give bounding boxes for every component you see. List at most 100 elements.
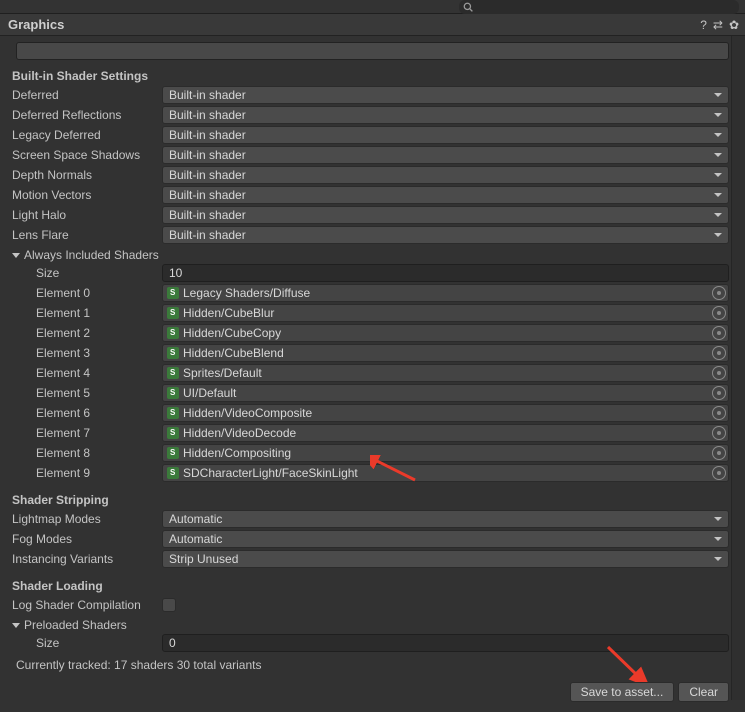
- foldout-label: Preloaded Shaders: [24, 618, 127, 632]
- shader-prop-label: Legacy Deferred: [10, 128, 162, 142]
- log-compilation-label: Log Shader Compilation: [10, 598, 162, 612]
- element-label: Element 3: [10, 346, 162, 360]
- object-picker-icon[interactable]: [712, 426, 726, 440]
- shader-prop-label: Screen Space Shadows: [10, 148, 162, 162]
- size-input[interactable]: 10: [162, 264, 729, 282]
- object-picker-icon[interactable]: [712, 346, 726, 360]
- shader-object-field[interactable]: UI/Default: [162, 384, 729, 402]
- preloaded-size-input[interactable]: 0: [162, 634, 729, 652]
- inspector-header: Graphics ? ⇄ ✿: [0, 14, 745, 36]
- shader-asset-icon: [167, 327, 179, 339]
- preloaded-size-label: Size: [10, 636, 162, 650]
- shader-prop-label: Light Halo: [10, 208, 162, 222]
- element-label: Element 2: [10, 326, 162, 340]
- shader-asset-icon: [167, 427, 179, 439]
- shader-prop-dropdown[interactable]: Built-in shader: [162, 186, 729, 204]
- presets-icon[interactable]: ⇄: [713, 18, 723, 32]
- tracked-text: Currently tracked: 17 shaders 30 total v…: [10, 654, 735, 682]
- lightmap-dropdown[interactable]: Automatic: [162, 510, 729, 528]
- shader-asset-icon: [167, 347, 179, 359]
- instancing-dropdown[interactable]: Strip Unused: [162, 550, 729, 568]
- shader-object-field[interactable]: Hidden/CubeBlend: [162, 344, 729, 362]
- shader-object-field[interactable]: Hidden/CubeBlur: [162, 304, 729, 322]
- log-compilation-checkbox[interactable]: [162, 598, 176, 612]
- save-to-asset-button[interactable]: Save to asset...: [570, 682, 675, 702]
- chevron-down-icon: [12, 623, 20, 628]
- shader-prop-label: Depth Normals: [10, 168, 162, 182]
- shader-asset-icon: [167, 307, 179, 319]
- element-label: Element 8: [10, 446, 162, 460]
- chevron-down-icon: [714, 113, 722, 117]
- element-label: Element 7: [10, 426, 162, 440]
- shader-asset-icon: [167, 367, 179, 379]
- fog-label: Fog Modes: [10, 532, 162, 546]
- shader-prop-dropdown[interactable]: Built-in shader: [162, 86, 729, 104]
- element-label: Element 9: [10, 466, 162, 480]
- lightmap-label: Lightmap Modes: [10, 512, 162, 526]
- property-field[interactable]: [16, 42, 729, 60]
- search-input[interactable]: [459, 0, 739, 14]
- object-picker-icon[interactable]: [712, 466, 726, 480]
- foldout-preloaded[interactable]: Preloaded Shaders: [10, 616, 735, 634]
- chevron-down-icon: [714, 517, 722, 521]
- search-icon: [463, 2, 473, 12]
- chevron-down-icon: [12, 253, 20, 258]
- object-picker-icon[interactable]: [712, 286, 726, 300]
- shader-prop-label: Motion Vectors: [10, 188, 162, 202]
- foldout-label: Always Included Shaders: [24, 248, 159, 262]
- gear-icon[interactable]: ✿: [729, 18, 739, 32]
- object-picker-icon[interactable]: [712, 366, 726, 380]
- fog-dropdown[interactable]: Automatic: [162, 530, 729, 548]
- shader-asset-icon: [167, 287, 179, 299]
- object-picker-icon[interactable]: [712, 446, 726, 460]
- foldout-always-included[interactable]: Always Included Shaders: [10, 246, 735, 264]
- instancing-label: Instancing Variants: [10, 552, 162, 566]
- shader-prop-label: Deferred Reflections: [10, 108, 162, 122]
- element-label: Element 5: [10, 386, 162, 400]
- object-picker-icon[interactable]: [712, 386, 726, 400]
- shader-asset-icon: [167, 407, 179, 419]
- section-shader-stripping: Shader Stripping: [10, 490, 735, 510]
- shader-prop-dropdown[interactable]: Built-in shader: [162, 126, 729, 144]
- shader-object-field[interactable]: Hidden/VideoComposite: [162, 404, 729, 422]
- clear-button[interactable]: Clear: [678, 682, 729, 702]
- chevron-down-icon: [714, 153, 722, 157]
- section-shader-loading: Shader Loading: [10, 576, 735, 596]
- shader-object-field[interactable]: Hidden/Compositing: [162, 444, 729, 462]
- element-label: Element 1: [10, 306, 162, 320]
- element-label: Element 6: [10, 406, 162, 420]
- chevron-down-icon: [714, 193, 722, 197]
- chevron-down-icon: [714, 557, 722, 561]
- page-title: Graphics: [8, 17, 64, 32]
- shader-asset-icon: [167, 387, 179, 399]
- section-shader-settings: Built-in Shader Settings: [10, 66, 735, 86]
- tab-bar: [0, 0, 745, 14]
- shader-prop-dropdown[interactable]: Built-in shader: [162, 226, 729, 244]
- element-label: Element 4: [10, 366, 162, 380]
- shader-asset-icon: [167, 447, 179, 459]
- shader-prop-label: Deferred: [10, 88, 162, 102]
- chevron-down-icon: [714, 93, 722, 97]
- object-picker-icon[interactable]: [712, 406, 726, 420]
- shader-prop-dropdown[interactable]: Built-in shader: [162, 146, 729, 164]
- shader-prop-dropdown[interactable]: Built-in shader: [162, 166, 729, 184]
- chevron-down-icon: [714, 133, 722, 137]
- shader-prop-dropdown[interactable]: Built-in shader: [162, 206, 729, 224]
- help-icon[interactable]: ?: [700, 18, 707, 32]
- shader-object-field[interactable]: SDCharacterLight/FaceSkinLight: [162, 464, 729, 482]
- shader-prop-label: Lens Flare: [10, 228, 162, 242]
- object-picker-icon[interactable]: [712, 306, 726, 320]
- shader-object-field[interactable]: Legacy Shaders/Diffuse: [162, 284, 729, 302]
- chevron-down-icon: [714, 213, 722, 217]
- shader-prop-dropdown[interactable]: Built-in shader: [162, 106, 729, 124]
- shader-asset-icon: [167, 467, 179, 479]
- object-picker-icon[interactable]: [712, 326, 726, 340]
- size-label: Size: [10, 266, 162, 280]
- chevron-down-icon: [714, 173, 722, 177]
- shader-object-field[interactable]: Hidden/CubeCopy: [162, 324, 729, 342]
- chevron-down-icon: [714, 233, 722, 237]
- chevron-down-icon: [714, 537, 722, 541]
- element-label: Element 0: [10, 286, 162, 300]
- shader-object-field[interactable]: Sprites/Default: [162, 364, 729, 382]
- shader-object-field[interactable]: Hidden/VideoDecode: [162, 424, 729, 442]
